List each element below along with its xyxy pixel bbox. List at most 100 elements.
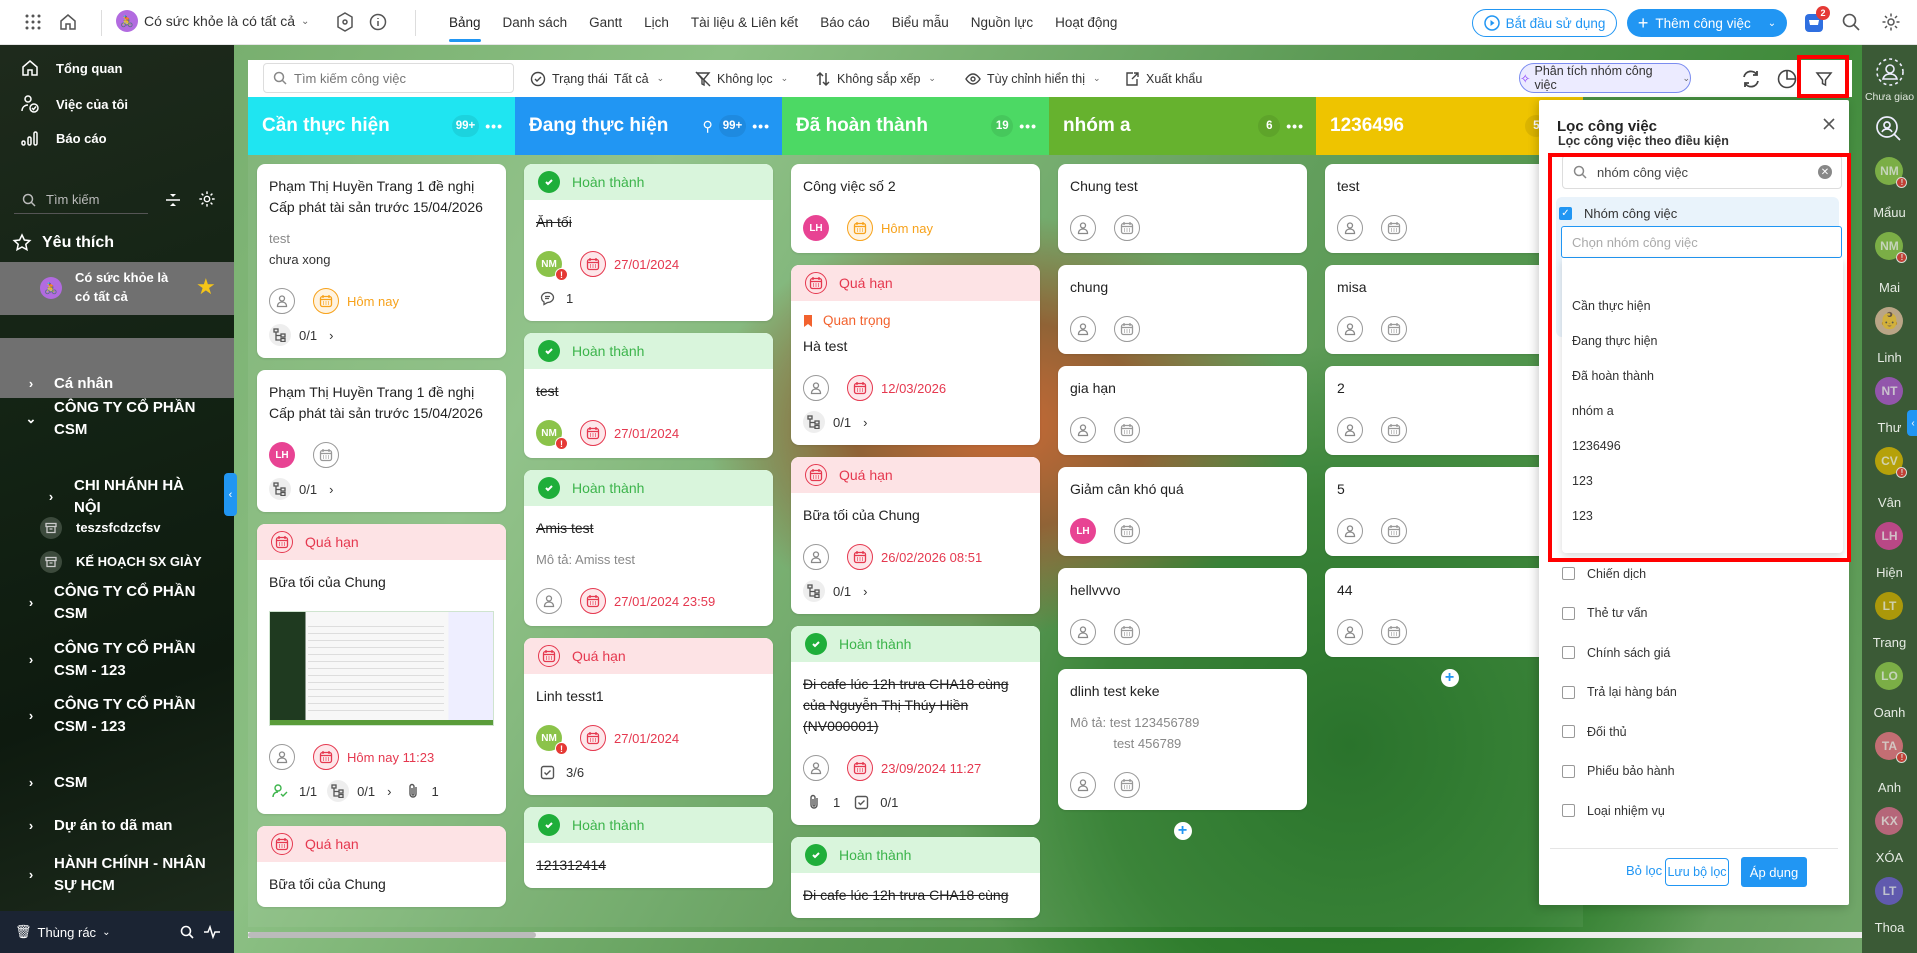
- attachment-thumbnail[interactable]: [269, 611, 494, 726]
- chevron-right-icon[interactable]: ›: [387, 784, 391, 799]
- due-date[interactable]: Hôm nay 11:23: [313, 744, 434, 770]
- assignee-empty-icon[interactable]: [269, 744, 295, 770]
- chevron-right-icon[interactable]: ›: [20, 864, 42, 886]
- assignee-empty-icon[interactable]: [1070, 316, 1096, 342]
- sort-dropdown[interactable]: Không sắp xếp ⌄: [815, 60, 936, 97]
- task-card[interactable]: Hoàn thành Đi cafe lúc 12h trưa CHA18 cùn…: [791, 626, 1040, 825]
- assignee-avatar[interactable]: LH: [1070, 518, 1096, 544]
- due-date[interactable]: 27/01/2024 23:59: [580, 588, 715, 614]
- card-footer-item[interactable]: 0/1 ›: [269, 324, 333, 346]
- info-icon[interactable]: [367, 11, 389, 33]
- member-avatar[interactable]: TA!: [1875, 732, 1908, 763]
- column-more-icon[interactable]: •••: [752, 118, 770, 134]
- sidebar-settings-icon[interactable]: [198, 190, 218, 210]
- assignee-empty-icon[interactable]: [1070, 215, 1096, 241]
- export-button[interactable]: Xuất khẩu: [1124, 60, 1202, 97]
- due-date[interactable]: [1114, 215, 1140, 241]
- assignee-avatar[interactable]: NM!: [536, 725, 568, 755]
- task-card[interactable]: hellvvvo: [1058, 568, 1307, 657]
- task-card[interactable]: Hoàn thành Đi cafe lúc 12h trưa CHA18 cùn…: [791, 837, 1040, 918]
- assignee-avatar[interactable]: NM!: [536, 420, 568, 450]
- due-date[interactable]: [1114, 417, 1140, 443]
- group-option[interactable]: 123: [1562, 498, 1843, 533]
- task-card[interactable]: chung: [1058, 265, 1307, 354]
- nav-my-tasks[interactable]: Việc của tôi: [20, 94, 128, 114]
- task-card[interactable]: 44: [1325, 568, 1574, 657]
- chevron-right-icon[interactable]: ›: [20, 772, 42, 794]
- assignee-empty-icon[interactable]: [1070, 619, 1096, 645]
- close-icon[interactable]: [1821, 116, 1837, 132]
- task-card[interactable]: Giảm cân khó quá LH: [1058, 467, 1307, 556]
- get-started-button[interactable]: Bắt đầu sử dụng: [1472, 9, 1617, 37]
- due-date[interactable]: Hôm nay: [313, 288, 399, 314]
- due-date[interactable]: [1381, 215, 1407, 241]
- chevron-right-icon[interactable]: ›: [863, 584, 867, 599]
- chevron-down-icon[interactable]: ⌄: [20, 408, 42, 430]
- pie-chart-icon[interactable]: [1776, 68, 1798, 90]
- sidebar-tree-item[interactable]: teszsfcdzcfsv: [40, 517, 214, 539]
- chevron-right-icon[interactable]: ›: [20, 592, 42, 614]
- group-option[interactable]: 1236496: [1562, 428, 1843, 463]
- task-card[interactable]: Quá hạn Bữa tối của Chung 26/02/2026 08:51…: [791, 457, 1040, 614]
- sidebar-tree-item[interactable]: › Cá nhân: [20, 373, 214, 395]
- trash-label[interactable]: Thùng rác: [38, 925, 97, 940]
- sidebar-tree-item[interactable]: › CHI NHÁNH HÀ NỘI: [40, 475, 214, 519]
- member-avatar[interactable]: 👶: [1875, 307, 1904, 335]
- due-date[interactable]: [313, 442, 339, 468]
- project-selector[interactable]: 🚴 Có sức khỏe là có tất cả ⌄: [116, 10, 309, 32]
- task-card[interactable]: 5: [1325, 467, 1574, 556]
- clear-filter-button[interactable]: Bỏ lọc: [1626, 863, 1662, 878]
- checkbox[interactable]: [1562, 646, 1575, 660]
- task-card[interactable]: test: [1325, 164, 1574, 253]
- group-option[interactable]: Đã hoàn thành: [1562, 358, 1843, 393]
- chevron-right-icon[interactable]: ›: [329, 482, 333, 497]
- assignee-empty-icon[interactable]: [803, 755, 829, 781]
- due-date[interactable]: 27/01/2024: [580, 420, 679, 446]
- card-footer-item[interactable]: 1: [402, 780, 439, 802]
- sidebar-tree-item[interactable]: KẾ HOẠCH SX GIÀY: [40, 551, 214, 573]
- column-header[interactable]: Cần thực hiện 99+ •••: [248, 97, 515, 155]
- checkbox[interactable]: [1562, 725, 1575, 739]
- chevron-right-icon[interactable]: ›: [20, 649, 42, 671]
- assignee-empty-icon[interactable]: [1337, 215, 1363, 241]
- tab-3[interactable]: Lịch: [633, 0, 680, 45]
- assignee-empty-icon[interactable]: [803, 375, 829, 401]
- board-horizontal-scrollbar[interactable]: [248, 932, 1862, 938]
- checkbox[interactable]: [1562, 685, 1575, 699]
- pin-icon[interactable]: ⚲: [703, 118, 713, 135]
- due-date[interactable]: [1381, 518, 1407, 544]
- cart-icon[interactable]: 2: [1804, 6, 1830, 33]
- assignee-empty-icon[interactable]: [536, 588, 562, 614]
- sidebar-tree-item[interactable]: › HÀNH CHÍNH - NHÂN SỰ HCM: [20, 853, 214, 897]
- card-footer-item[interactable]: 3/6: [536, 761, 584, 783]
- search-icon[interactable]: [1840, 11, 1862, 33]
- member-avatar[interactable]: NM!: [1875, 157, 1908, 188]
- add-task-button[interactable]: + Thêm công việc ⌄: [1627, 9, 1787, 37]
- due-date[interactable]: [1381, 417, 1407, 443]
- due-date[interactable]: [1114, 316, 1140, 342]
- task-search[interactable]: [263, 63, 514, 93]
- due-date[interactable]: 26/02/2026 08:51: [847, 544, 982, 570]
- column-header[interactable]: Đang thực hiện ⚲ 99+ •••: [515, 97, 782, 155]
- card-footer-item[interactable]: 0/1 ›: [803, 580, 867, 602]
- filter-icon[interactable]: [1813, 68, 1835, 90]
- column-header[interactable]: nhóm a 6 •••: [1049, 97, 1316, 155]
- assignee-empty-icon[interactable]: [1337, 417, 1363, 443]
- due-date[interactable]: [1381, 619, 1407, 645]
- task-card[interactable]: Phạm Thị Huyền Trang 1 đề nghị Cấp phát …: [257, 370, 506, 512]
- sidebar-collapse-button[interactable]: ‹: [224, 473, 237, 516]
- group-picker-input[interactable]: [1561, 226, 1842, 258]
- column-more-icon[interactable]: •••: [1019, 118, 1037, 134]
- due-date[interactable]: [1114, 772, 1140, 798]
- scrollbar-thumb[interactable]: [248, 932, 536, 938]
- search-member-icon[interactable]: [1875, 115, 1905, 145]
- card-footer-item[interactable]: 0/1: [850, 791, 898, 813]
- search-icon[interactable]: [180, 925, 194, 939]
- filter-dropdown[interactable]: Không lọc ⌄: [695, 60, 788, 97]
- group-option[interactable]: nhóm a: [1562, 393, 1843, 428]
- column-more-icon[interactable]: •••: [485, 118, 503, 134]
- member-avatar[interactable]: LT: [1875, 877, 1904, 905]
- chevron-right-icon[interactable]: ›: [40, 486, 62, 508]
- assignee-avatar[interactable]: NM!: [536, 251, 568, 281]
- tab-1[interactable]: Danh sách: [492, 0, 579, 45]
